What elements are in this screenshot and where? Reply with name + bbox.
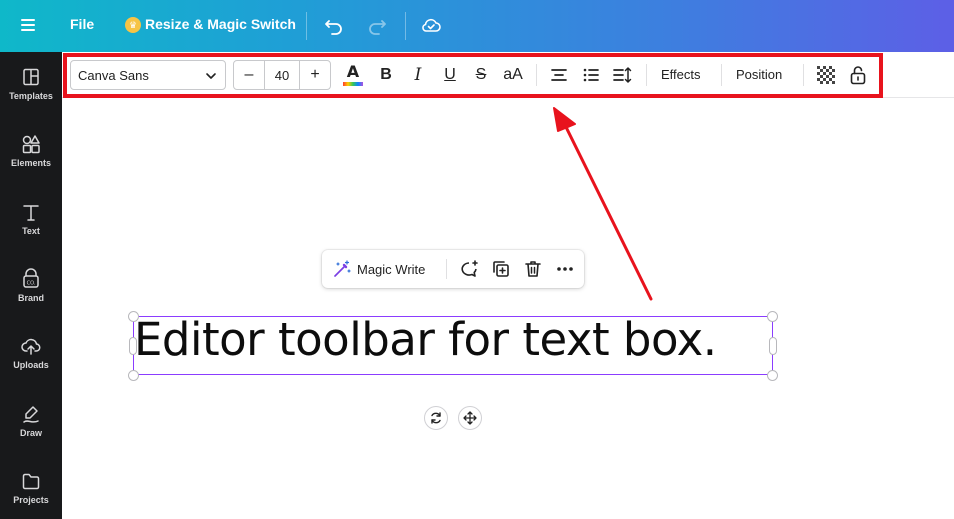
- rainbow-color-bar: [343, 82, 363, 86]
- toolbar-divider: [803, 64, 804, 86]
- underline-button[interactable]: U: [437, 62, 463, 88]
- cloud-sync-icon[interactable]: [420, 14, 442, 36]
- move-icon[interactable]: [458, 406, 482, 430]
- align-center-icon[interactable]: [546, 62, 572, 88]
- text-color-button[interactable]: A: [340, 62, 366, 88]
- transparency-icon[interactable]: [813, 62, 839, 88]
- redo-icon[interactable]: [366, 14, 388, 36]
- top-bar: File ♛ Resize & Magic Switch: [0, 0, 954, 52]
- svg-text:CO.: CO.: [27, 281, 36, 287]
- sidebar-item-text[interactable]: Text: [0, 201, 62, 261]
- rotate-icon[interactable]: [424, 406, 448, 430]
- floating-context-menu: Magic Write: [322, 250, 584, 288]
- toolbar-divider: [646, 64, 647, 86]
- text-box-content[interactable]: Editor toolbar for text box.: [134, 313, 794, 366]
- resize-handle-right[interactable]: [769, 337, 777, 355]
- magic-write-button[interactable]: Magic Write: [332, 259, 425, 279]
- magic-wand-icon: [334, 260, 351, 277]
- text-icon: [23, 205, 39, 221]
- sidebar-item-elements[interactable]: Elements: [0, 133, 62, 193]
- font-size-stepper: – 40 +: [233, 60, 331, 90]
- menu-divider: [446, 259, 447, 279]
- resize-handle-left[interactable]: [129, 337, 137, 355]
- italic-button[interactable]: I: [405, 62, 431, 88]
- divider: [306, 12, 307, 40]
- uploads-icon: [21, 338, 41, 355]
- sidebar-item-label: Elements: [10, 158, 52, 168]
- bold-button[interactable]: B: [373, 62, 399, 88]
- elements-icon: [22, 135, 40, 154]
- font-family-dropdown[interactable]: Canva Sans: [70, 60, 226, 90]
- sidebar-item-uploads[interactable]: Uploads: [0, 335, 62, 395]
- sidebar-item-label: Projects: [13, 495, 49, 505]
- sidebar-item-templates[interactable]: Templates: [0, 66, 62, 126]
- chevron-down-icon: [206, 73, 216, 79]
- undo-icon[interactable]: [323, 14, 345, 36]
- toolbar-divider: [721, 64, 722, 86]
- menu-icon[interactable]: [18, 16, 38, 36]
- lock-icon[interactable]: [845, 62, 871, 88]
- add-comment-icon[interactable]: [458, 258, 480, 280]
- sidebar-item-label: Brand: [17, 293, 44, 303]
- resize-handle-bottom-left[interactable]: [128, 370, 139, 381]
- duplicate-icon[interactable]: [490, 258, 512, 280]
- brand-icon: CO.: [23, 268, 39, 288]
- draw-icon: [23, 406, 39, 423]
- sidebar-item-draw[interactable]: Draw: [0, 403, 62, 463]
- templates-icon: [23, 68, 39, 86]
- sidebar-item-projects[interactable]: Projects: [0, 470, 62, 519]
- strikethrough-button[interactable]: S: [468, 62, 494, 88]
- crown-icon: ♛: [125, 17, 141, 33]
- text-color-letter: A: [346, 62, 360, 81]
- font-family-value: Canva Sans: [78, 67, 149, 83]
- decrease-font-size-button[interactable]: –: [234, 61, 264, 89]
- magic-write-label: Magic Write: [357, 261, 426, 277]
- divider: [405, 12, 406, 40]
- selected-text-box[interactable]: Editor toolbar for text box.: [133, 313, 773, 375]
- sidebar-item-brand[interactable]: CO. Brand: [0, 268, 62, 328]
- sidebar-item-label: Draw: [19, 428, 42, 438]
- letter-case-button[interactable]: aA: [500, 62, 526, 88]
- resize-magic-switch-button[interactable]: Resize & Magic Switch: [145, 16, 296, 32]
- resize-handle-top-right[interactable]: [767, 311, 778, 322]
- font-size-input[interactable]: 40: [264, 61, 300, 89]
- resize-handle-bottom-right[interactable]: [767, 370, 778, 381]
- trash-icon[interactable]: [522, 258, 544, 280]
- left-sidebar: Templates Elements Text CO. Brand Upload…: [0, 52, 62, 519]
- file-menu-button[interactable]: File: [70, 16, 94, 32]
- more-options-icon[interactable]: [554, 258, 576, 280]
- sidebar-item-label: Text: [22, 226, 40, 236]
- sidebar-item-label: Uploads: [13, 360, 49, 370]
- line-spacing-icon[interactable]: [609, 62, 635, 88]
- sidebar-item-label: Templates: [9, 91, 53, 101]
- effects-button[interactable]: Effects: [661, 67, 701, 82]
- increase-font-size-button[interactable]: +: [300, 61, 330, 89]
- bulleted-list-icon[interactable]: [578, 62, 604, 88]
- toolbar-divider: [536, 64, 537, 86]
- position-button[interactable]: Position: [736, 67, 782, 82]
- projects-icon: [22, 473, 40, 490]
- resize-handle-top-left[interactable]: [128, 311, 139, 322]
